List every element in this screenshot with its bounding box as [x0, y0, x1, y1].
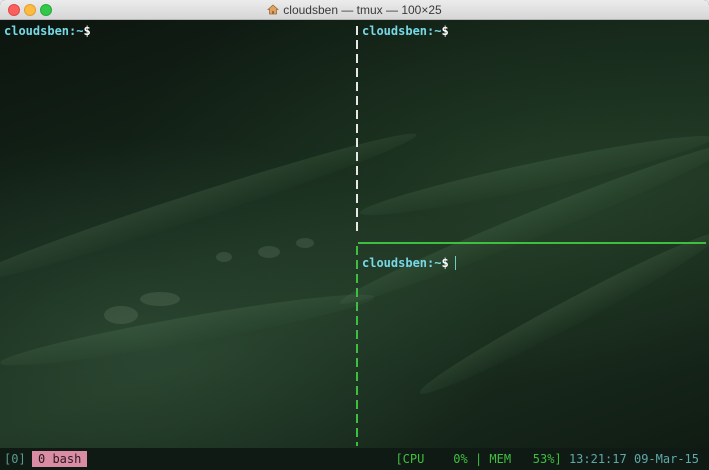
terminal-area[interactable]: cloudsben:~$ cloudsben:~$ cloudsben:~$ — [0, 20, 709, 448]
home-icon — [267, 4, 280, 15]
tmux-status-bar: [0] 0 bash [CPU 0% | MEM 53%] 13:21:17 0… — [0, 448, 709, 470]
prompt-symbol: $ — [83, 24, 91, 38]
mem-label: MEM — [489, 452, 512, 466]
background-drop — [140, 292, 180, 306]
cpu-value: 0% — [453, 452, 468, 466]
prompt-host: cloudsben:~ — [362, 24, 442, 38]
prompt-host: cloudsben:~ — [4, 24, 84, 38]
pane-divider-horizontal[interactable] — [358, 242, 706, 244]
window-title-text: cloudsben — tmux — 100×25 — [283, 3, 442, 17]
prompt-symbol: $ — [441, 24, 449, 38]
background-drop — [216, 252, 232, 262]
background-drop — [258, 246, 280, 258]
pane-divider-vertical-top[interactable] — [356, 26, 358, 236]
title-bar[interactable]: cloudsben — tmux — 100×25 — [0, 0, 709, 20]
terminal-window: cloudsben — tmux — 100×25 cloudsben:~$ c… — [0, 0, 709, 470]
bottom-right-pane-prompt: cloudsben:~$ — [362, 256, 456, 270]
background-drop — [104, 306, 138, 324]
background-drop — [296, 238, 314, 248]
mem-value: 53%] — [532, 452, 562, 466]
text-cursor — [454, 256, 456, 270]
cpu-label: [CPU — [395, 452, 425, 466]
session-index: [0] — [4, 452, 26, 466]
window-tab-bash[interactable]: 0 bash — [32, 451, 88, 467]
prompt-host: cloudsben:~ — [362, 256, 442, 270]
background-grass — [0, 284, 377, 376]
status-right: [CPU 0% | MEM 53%] 13:21:17 09-Mar-15 — [395, 448, 699, 470]
top-right-pane-prompt: cloudsben:~$ — [362, 24, 449, 38]
pane-divider-vertical-bottom[interactable] — [356, 246, 358, 446]
clock-time: 13:21:17 — [568, 452, 627, 466]
prompt-symbol: $ — [441, 256, 449, 270]
left-pane-prompt: cloudsben:~$ — [4, 24, 91, 38]
window-title: cloudsben — tmux — 100×25 — [0, 3, 709, 17]
clock-date: 09-Mar-15 — [633, 452, 699, 466]
